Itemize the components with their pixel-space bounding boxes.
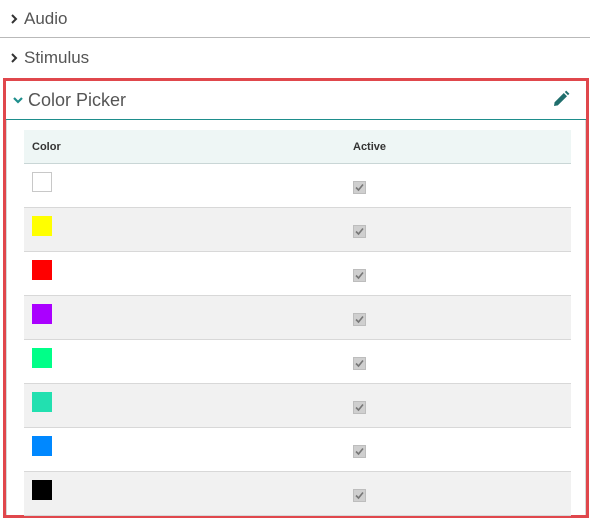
active-cell — [353, 427, 571, 472]
active-checkbox[interactable] — [353, 444, 366, 458]
color-picker-body: Color Active — [6, 120, 586, 516]
color-swatch[interactable] — [32, 215, 52, 236]
chevron-down-icon — [10, 96, 26, 104]
color-cell — [24, 427, 353, 472]
active-cell — [353, 383, 571, 428]
section-stimulus[interactable]: Stimulus — [0, 41, 590, 75]
table-row — [24, 163, 571, 208]
table-row — [24, 471, 571, 516]
color-cell — [24, 207, 353, 252]
section-audio-label: Audio — [24, 9, 68, 28]
table-row — [24, 207, 571, 252]
color-cell — [24, 471, 353, 516]
table-header-row: Color Active — [24, 130, 571, 164]
active-cell — [353, 339, 571, 384]
table-row — [24, 251, 571, 296]
section-stimulus-label: Stimulus — [24, 48, 90, 67]
table-row — [24, 295, 571, 340]
color-swatch[interactable] — [32, 391, 52, 412]
color-cell — [24, 163, 353, 208]
color-swatch[interactable] — [32, 479, 52, 500]
table-row — [24, 339, 571, 384]
color-swatch[interactable] — [32, 303, 52, 324]
active-checkbox[interactable] — [353, 356, 366, 370]
active-cell — [353, 207, 571, 252]
color-cell — [24, 383, 353, 428]
active-checkbox[interactable] — [353, 400, 366, 414]
divider — [0, 37, 590, 38]
column-header-active: Active — [353, 130, 571, 164]
active-checkbox[interactable] — [353, 312, 366, 326]
table-row — [24, 383, 571, 428]
color-swatch[interactable] — [32, 347, 52, 368]
color-swatch[interactable] — [32, 435, 52, 456]
active-cell — [353, 295, 571, 340]
column-header-color: Color — [24, 130, 353, 164]
active-cell — [353, 163, 571, 208]
pencil-icon[interactable] — [552, 90, 572, 110]
color-table: Color Active — [24, 130, 571, 516]
color-cell — [24, 339, 353, 384]
active-checkbox[interactable] — [353, 268, 366, 282]
active-checkbox[interactable] — [353, 180, 366, 194]
color-swatch[interactable] — [32, 259, 52, 280]
chevron-right-icon — [6, 53, 22, 63]
chevron-right-icon — [6, 14, 22, 24]
active-checkbox[interactable] — [353, 224, 366, 238]
active-cell — [353, 471, 571, 516]
active-checkbox[interactable] — [353, 488, 366, 502]
active-cell — [353, 251, 571, 296]
color-cell — [24, 251, 353, 296]
color-cell — [24, 295, 353, 340]
section-audio[interactable]: Audio — [0, 4, 590, 34]
table-row — [24, 427, 571, 472]
panel-title: Color Picker — [28, 89, 127, 110]
color-picker-header[interactable]: Color Picker — [6, 81, 586, 120]
color-swatch[interactable] — [32, 171, 52, 192]
color-picker-panel: Color Picker Color Active — [3, 78, 589, 518]
